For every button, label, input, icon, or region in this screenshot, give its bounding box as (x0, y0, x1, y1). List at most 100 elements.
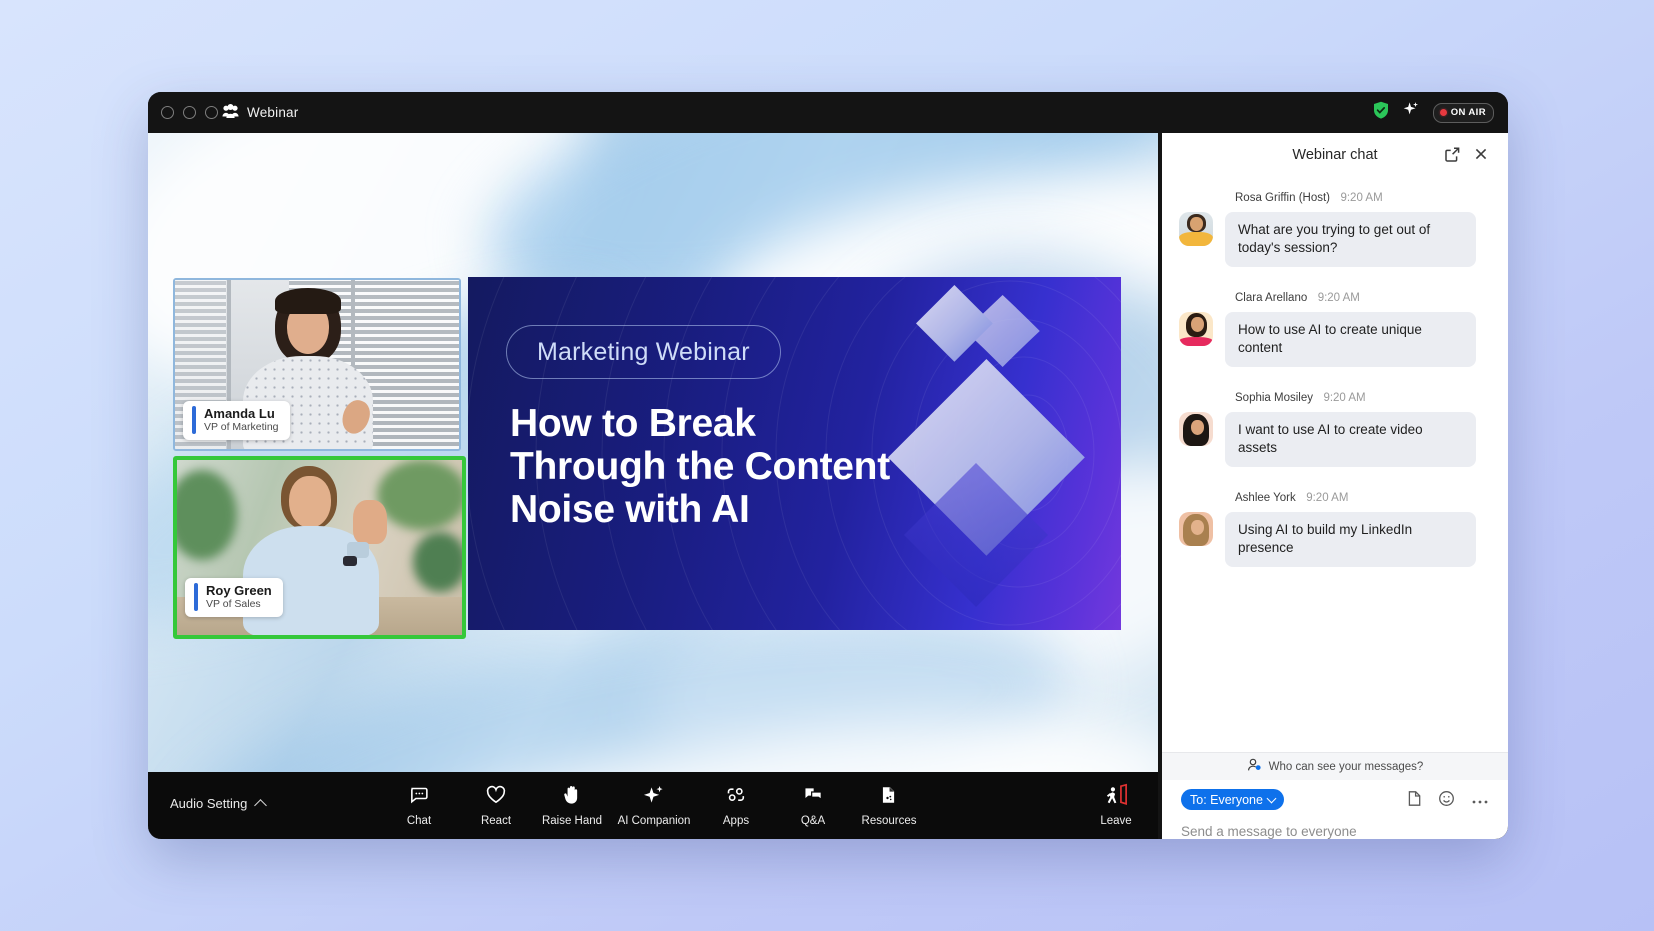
pop-out-icon[interactable] (1444, 146, 1461, 168)
toolbar-button-leave[interactable]: Leave (1100, 782, 1131, 827)
toolbar-label: Resources (862, 815, 917, 827)
slide-content: Marketing Webinar How to Break Through t… (468, 277, 1121, 630)
leave-door-icon (1103, 782, 1129, 808)
apps-icon (724, 782, 748, 808)
chat-bubble-icon (407, 782, 431, 808)
slide-eyebrow-text: Marketing Webinar (537, 338, 750, 367)
window-controls[interactable] (161, 106, 218, 119)
audio-setting-label: Audio Setting (170, 796, 247, 811)
chat-timestamp: 9:20 AM (1340, 192, 1382, 204)
meeting-toolbar: Audio Setting Chat (148, 772, 1158, 839)
chat-bubble: What are you trying to get out of today'… (1225, 212, 1476, 267)
toolbar-button-apps[interactable]: Apps (723, 782, 749, 827)
more-options-icon[interactable] (1471, 792, 1489, 810)
webinar-chat-panel: Webinar chat (1162, 133, 1508, 839)
recipient-label: To: Everyone (1190, 793, 1263, 807)
nametag-accent-bar (194, 583, 198, 611)
chat-author: Ashlee York (1235, 492, 1296, 504)
chevron-down-icon (1267, 793, 1277, 803)
nametag-accent-bar (192, 406, 196, 434)
participant-role: VP of Marketing (204, 421, 279, 434)
heart-icon (484, 782, 508, 808)
chat-author: Clara Arellano (1235, 292, 1307, 304)
participant-nametag: Roy Green VP of Sales (185, 578, 283, 617)
chat-message: Sophia Mosiley 9:20 AM I want to use AI … (1162, 388, 1508, 467)
recipient-selector[interactable]: To: Everyone (1181, 789, 1284, 810)
participant-nametag: Amanda Lu VP of Marketing (183, 401, 290, 440)
toolbar-label: AI Companion (618, 815, 691, 827)
emoji-icon[interactable] (1438, 790, 1455, 812)
shared-screen-slide[interactable]: Marketing Webinar How to Break Through t… (468, 277, 1121, 630)
chat-message: Clara Arellano 9:20 AM How to use AI to … (1162, 288, 1508, 367)
chat-message-meta: Clara Arellano 9:20 AM (1162, 288, 1508, 306)
participant-tile-active-speaker[interactable]: Roy Green VP of Sales (173, 456, 466, 639)
chat-message-list[interactable]: Rosa Griffin (Host) 9:20 AM What are you… (1162, 177, 1508, 752)
chat-message: Ashlee York 9:20 AM Using AI to build my… (1162, 488, 1508, 567)
toolbar-button-react[interactable]: React (481, 782, 511, 827)
toolbar-button-resources[interactable]: Resources (862, 782, 917, 827)
chat-author: Sophia Mosiley (1235, 392, 1313, 404)
question-answer-icon (801, 782, 825, 808)
slide-title-line-3: Noise with AI (510, 488, 890, 531)
webinar-app-window: Webinar ON AIR (148, 92, 1508, 839)
close-window-button[interactable] (161, 106, 174, 119)
people-icon (222, 104, 239, 124)
window-titlebar: Webinar ON AIR (148, 92, 1508, 133)
close-icon[interactable] (1473, 146, 1489, 167)
window-body: Amanda Lu VP of Marketing (148, 133, 1508, 839)
on-air-badge: ON AIR (1433, 103, 1494, 123)
chat-author: Rosa Griffin (Host) (1235, 192, 1330, 204)
shield-check-icon[interactable] (1373, 101, 1389, 124)
minimize-window-button[interactable] (183, 106, 196, 119)
toolbar-button-raise-hand[interactable]: Raise Hand (542, 782, 602, 827)
document-icon (877, 782, 901, 808)
on-air-label: ON AIR (1451, 107, 1486, 118)
file-icon[interactable] (1407, 790, 1422, 812)
message-input[interactable]: Send a message to everyone (1181, 824, 1489, 839)
raised-hand-icon (560, 782, 584, 808)
toolbar-label: Apps (723, 815, 749, 827)
chat-bubble: How to use AI to create unique content (1225, 312, 1476, 367)
chat-bubble: I want to use AI to create video assets (1225, 412, 1476, 467)
chat-message-meta: Rosa Griffin (Host) 9:20 AM (1162, 188, 1508, 206)
chat-timestamp: 9:20 AM (1318, 292, 1360, 304)
titlebar-status-cluster: ON AIR (1373, 92, 1494, 133)
avatar (1179, 212, 1213, 246)
avatar (1179, 512, 1213, 546)
toolbar-button-chat[interactable]: Chat (407, 782, 431, 827)
participant-role: VP of Sales (206, 598, 272, 611)
who-can-see-messages-link[interactable]: Who can see your messages? (1162, 752, 1508, 780)
participant-name: Amanda Lu (204, 406, 279, 421)
slide-title-line-1: How to Break (510, 402, 890, 445)
window-title: Webinar (247, 105, 298, 120)
sparkle-icon[interactable] (1402, 101, 1420, 124)
chevron-up-icon (254, 799, 267, 812)
chat-timestamp: 9:20 AM (1306, 492, 1348, 504)
participant-name: Roy Green (206, 583, 272, 598)
toolbar-button-ai-companion[interactable]: AI Companion (618, 782, 691, 827)
sparkle-icon (642, 782, 666, 808)
slide-title: How to Break Through the Content Noise w… (510, 402, 890, 531)
toolbar-label: Raise Hand (542, 815, 602, 827)
chat-panel-header: Webinar chat (1162, 133, 1508, 177)
toolbar-label: Q&A (801, 815, 825, 827)
avatar (1179, 412, 1213, 446)
audio-setting-button[interactable]: Audio Setting (170, 796, 265, 811)
toolbar-label: Leave (1100, 815, 1131, 827)
maximize-window-button[interactable] (205, 106, 218, 119)
slide-title-line-2: Through the Content (510, 445, 890, 488)
video-stage: Amanda Lu VP of Marketing (148, 133, 1158, 839)
slide-eyebrow-pill: Marketing Webinar (506, 325, 781, 379)
toolbar-label: Chat (407, 815, 431, 827)
toolbar-button-qa[interactable]: Q&A (801, 782, 825, 827)
participant-tile[interactable]: Amanda Lu VP of Marketing (173, 278, 461, 451)
avatar (1179, 312, 1213, 346)
chat-message-meta: Sophia Mosiley 9:20 AM (1162, 388, 1508, 406)
desktop-background: Webinar ON AIR (0, 0, 1654, 931)
person-privacy-icon (1247, 758, 1262, 775)
privacy-note-label: Who can see your messages? (1269, 761, 1424, 773)
chat-message-meta: Ashlee York 9:20 AM (1162, 488, 1508, 506)
chat-timestamp: 9:20 AM (1323, 392, 1365, 404)
record-dot-icon (1440, 109, 1447, 116)
toolbar-label: React (481, 815, 511, 827)
